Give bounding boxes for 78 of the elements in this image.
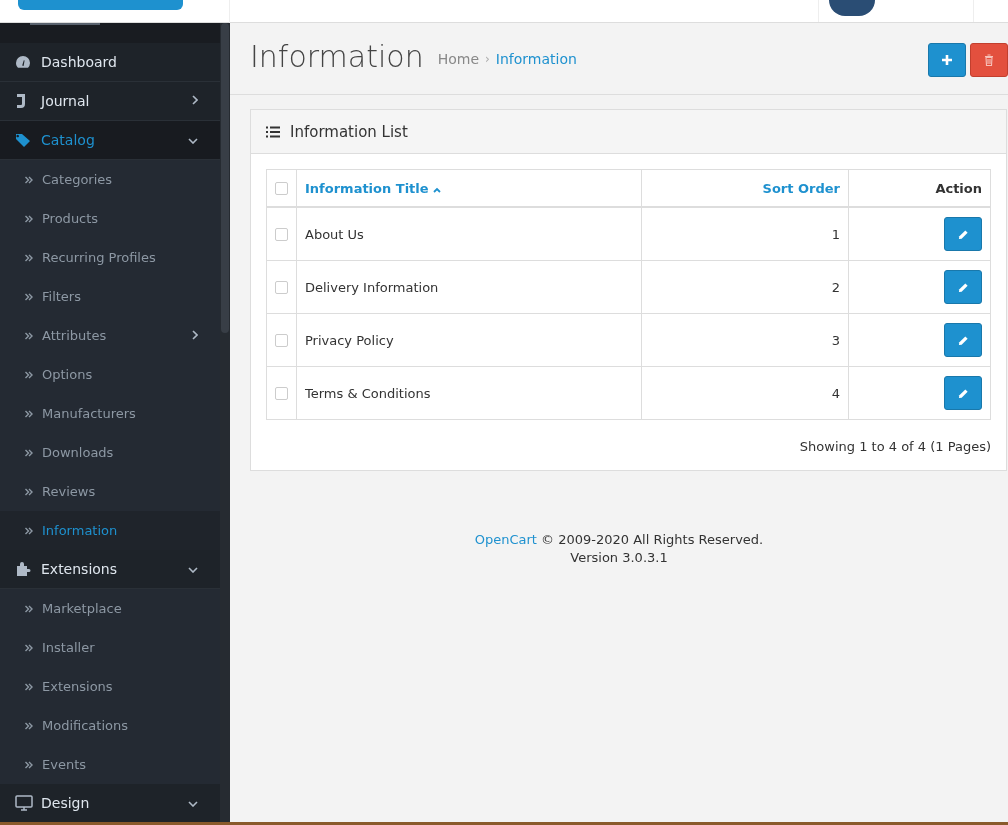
sidebar-subitem[interactable]: Products	[0, 199, 220, 238]
double-chevron-icon	[25, 253, 33, 262]
double-chevron-icon	[25, 526, 33, 535]
pencil-icon	[957, 281, 969, 293]
sidebar-subitem[interactable]: Filters	[0, 277, 220, 316]
sidebar-subitem[interactable]: Modifications	[0, 706, 220, 745]
double-chevron-icon	[25, 448, 33, 457]
monitor-icon	[15, 795, 33, 811]
pencil-icon	[957, 334, 969, 346]
double-chevron-icon	[25, 604, 33, 613]
sidebar-subitem[interactable]: Attributes	[0, 316, 220, 355]
trash-icon	[984, 54, 994, 66]
breadcrumb-separator: ›	[485, 51, 490, 66]
double-chevron-icon	[25, 721, 33, 730]
list-icon	[266, 125, 280, 138]
tags-icon	[15, 133, 33, 147]
sidebar-subitem[interactable]: Manufacturers	[0, 394, 220, 433]
sidebar-subitem[interactable]: Reviews	[0, 472, 220, 511]
row-checkbox[interactable]	[275, 333, 288, 347]
version-text: Version 3.0.3.1	[569, 549, 669, 567]
row-checkbox[interactable]	[275, 227, 288, 241]
sidebar-subitem[interactable]: Downloads	[0, 433, 220, 472]
sidebar-item[interactable]: Catalog	[0, 121, 220, 160]
sidebar-subitem[interactable]: Marketplace	[0, 589, 220, 628]
double-chevron-icon	[25, 370, 33, 379]
add-button[interactable]	[928, 43, 966, 77]
breadcrumb-link[interactable]: Home	[437, 50, 479, 67]
sidebar-subitem[interactable]: Categories	[0, 160, 220, 199]
user-avatar[interactable]	[829, 0, 875, 16]
pencil-icon	[957, 228, 969, 240]
page-title: Information	[250, 39, 424, 74]
column-header: Action	[935, 180, 982, 196]
panel-title: Information List	[290, 122, 408, 141]
double-chevron-icon	[25, 487, 33, 496]
breadcrumb-link[interactable]: Information	[495, 50, 577, 67]
table-cell: Delivery Information	[305, 279, 439, 295]
pagination-text: Showing 1 to 4 of 4 (1 Pages)	[798, 439, 991, 454]
copyright-text: OpenCart © 2009-2020 All Rights Reserved.	[473, 531, 765, 549]
row-checkbox[interactable]	[275, 280, 288, 294]
sidebar-subitem[interactable]: Events	[0, 745, 220, 784]
table-cell: Terms & Conditions	[305, 385, 431, 401]
scrollbar-thumb[interactable]	[221, 23, 229, 333]
edit-button[interactable]	[944, 376, 982, 410]
dashboard-gauge-icon	[15, 55, 31, 69]
delete-button[interactable]	[970, 43, 1008, 77]
pencil-icon	[957, 387, 969, 399]
double-chevron-icon	[25, 331, 33, 340]
sidebar-item[interactable]: Dashboard	[0, 43, 220, 82]
double-chevron-icon	[25, 760, 33, 769]
double-chevron-icon	[25, 409, 33, 418]
double-chevron-icon	[25, 682, 33, 691]
table-cell: 4	[831, 385, 840, 401]
table-cell: 3	[831, 332, 840, 348]
edit-button[interactable]	[944, 217, 982, 251]
table-cell: Privacy Policy	[305, 332, 394, 348]
letter-j-icon	[15, 93, 27, 109]
table-cell: About Us	[305, 226, 364, 242]
column-sort-link[interactable]: Information Title	[305, 180, 442, 196]
double-chevron-icon	[25, 175, 33, 184]
sidebar-subitem[interactable]: Information	[0, 511, 220, 550]
sidebar-subitem[interactable]: Options	[0, 355, 220, 394]
caret-up-icon	[433, 186, 442, 193]
edit-button[interactable]	[944, 270, 982, 304]
plus-icon	[941, 54, 953, 66]
double-chevron-icon	[25, 292, 33, 301]
select-all-checkbox[interactable]	[275, 181, 288, 195]
table-cell: 1	[831, 226, 840, 242]
opencart-link[interactable]: OpenCart	[474, 532, 537, 547]
row-checkbox[interactable]	[275, 386, 288, 400]
sidebar-subitem[interactable]: Recurring Profiles	[0, 238, 220, 277]
double-chevron-icon	[25, 643, 33, 652]
table-cell: 2	[831, 279, 840, 295]
sidebar-subitem[interactable]: Installer	[0, 628, 220, 667]
puzzle-icon	[15, 561, 31, 577]
sidebar-subitem[interactable]: Extensions	[0, 667, 220, 706]
column-sort-link[interactable]: Sort Order	[762, 180, 840, 196]
edit-button[interactable]	[944, 323, 982, 357]
double-chevron-icon	[25, 214, 33, 223]
